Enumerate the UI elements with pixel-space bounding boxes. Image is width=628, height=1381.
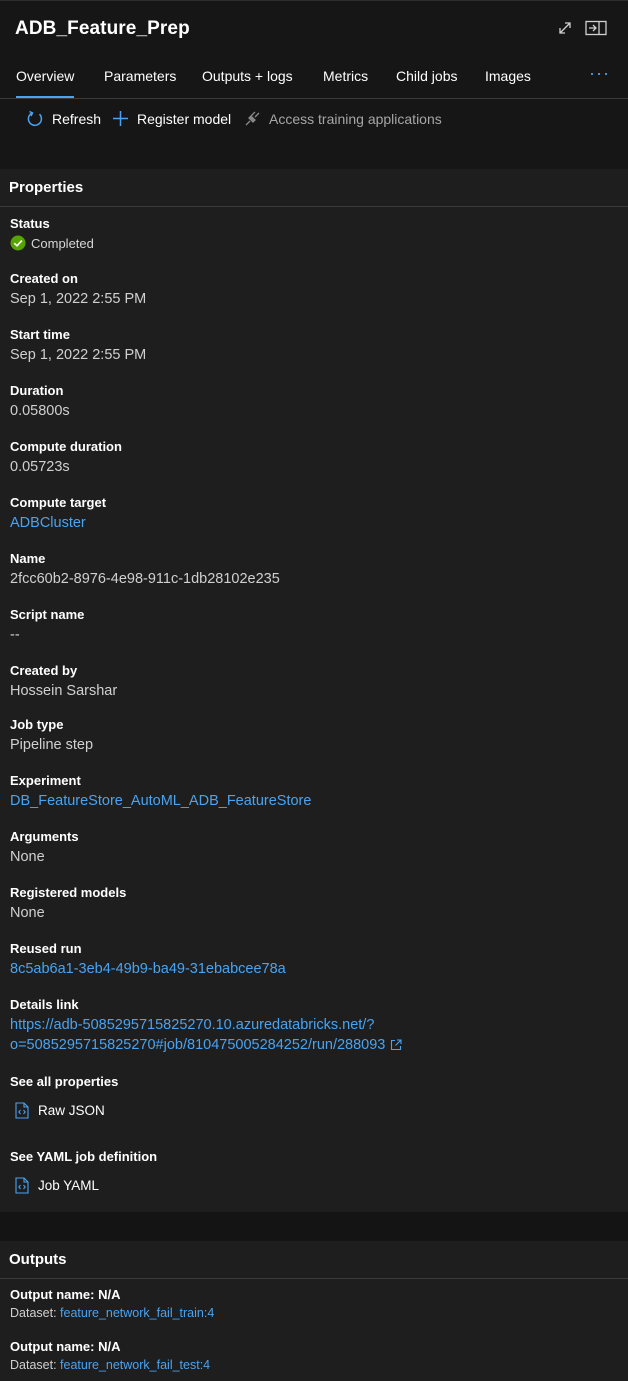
expand-icon[interactable]	[554, 17, 576, 39]
prop-script-name: Script name --	[10, 607, 84, 645]
output-dataset: Dataset: feature_network_fail_test:4	[10, 1358, 210, 1372]
output-item: Output name: N/A Dataset: feature_networ…	[10, 1339, 210, 1372]
status-label: Status	[10, 216, 50, 231]
prop-start-time: Start time Sep 1, 2022 2:55 PM	[10, 327, 146, 365]
raw-json-label: Raw JSON	[38, 1103, 105, 1118]
properties-panel: Properties Status Completed Created on S…	[0, 169, 628, 1212]
tab-child-jobs[interactable]: Child jobs	[396, 68, 457, 84]
arguments-label: Arguments	[10, 829, 79, 844]
details-link-label: Details link	[10, 997, 79, 1012]
details-link[interactable]: https://adb-5085295715825270.10.azuredat…	[10, 1015, 402, 1055]
start-time-label: Start time	[10, 327, 70, 342]
start-time-value: Sep 1, 2022 2:55 PM	[10, 347, 147, 363]
prop-yaml-definition: See YAML job definition Job YAML	[10, 1149, 157, 1194]
prop-created-on: Created on Sep 1, 2022 2:55 PM	[10, 271, 146, 309]
check-circle-icon	[10, 235, 26, 251]
yaml-definition-label: See YAML job definition	[10, 1149, 158, 1164]
dataset-prefix: Dataset:	[10, 1306, 61, 1320]
tab-metrics[interactable]: Metrics	[323, 68, 368, 84]
dataset-link[interactable]: feature_network_fail_test:4	[60, 1358, 210, 1372]
script-name-label: Script name	[10, 607, 85, 622]
details-link-line1: https://adb-5085295715825270.10.azuredat…	[10, 1017, 375, 1033]
reused-run-link[interactable]: 8c5ab6a1-3eb4-49b9-ba49-31ebabcee78a	[10, 959, 286, 979]
duration-value: 0.05800s	[10, 403, 70, 419]
access-training-label: Access training applications	[269, 110, 442, 127]
job-header: ADB_Feature_Prep Overview Parameters Out…	[0, 0, 628, 169]
tab-bar: Overview Parameters Outputs + logs Metri…	[0, 61, 628, 99]
refresh-button[interactable]: Refresh	[26, 110, 101, 128]
plus-icon	[113, 111, 128, 126]
compute-target-link[interactable]: ADBCluster	[10, 513, 106, 533]
tab-images[interactable]: Images	[485, 68, 531, 84]
status-value: Completed	[31, 235, 94, 251]
prop-compute-duration: Compute duration 0.05723s	[10, 439, 122, 477]
properties-title: Properties	[9, 179, 84, 196]
page-title: ADB_Feature_Prep	[15, 18, 190, 39]
prop-details-link: Details link https://adb-508529571582527…	[10, 997, 402, 1055]
access-training-applications-button[interactable]: Access training applications	[244, 110, 442, 127]
refresh-label: Refresh	[52, 111, 102, 127]
external-link-icon	[391, 1039, 402, 1051]
created-on-label: Created on	[10, 271, 78, 286]
register-model-button[interactable]: Register model	[112, 110, 231, 127]
created-on-value: Sep 1, 2022 2:55 PM	[10, 291, 147, 307]
reused-run-label: Reused run	[10, 941, 82, 956]
refresh-icon	[27, 110, 43, 126]
tab-outputs-logs[interactable]: Outputs + logs	[202, 68, 293, 84]
prop-arguments: Arguments None	[10, 829, 79, 867]
compute-target-label: Compute target	[10, 495, 107, 510]
dataset-prefix: Dataset:	[10, 1358, 61, 1372]
properties-header: Properties	[0, 169, 628, 207]
created-by-label: Created by	[10, 663, 78, 678]
prop-status: Status Completed	[10, 216, 94, 251]
prop-job-type: Job type Pipeline step	[10, 717, 93, 755]
prop-duration: Duration 0.05800s	[10, 383, 70, 421]
prop-reused-run: Reused run 8c5ab6a1-3eb4-49b9-ba49-31eba…	[10, 941, 286, 979]
job-type-value: Pipeline step	[10, 737, 94, 753]
experiment-link[interactable]: DB_FeatureStore_AutoML_ADB_FeatureStore	[10, 791, 311, 811]
dataset-link[interactable]: feature_network_fail_train:4	[60, 1306, 214, 1320]
code-file-icon	[15, 1102, 29, 1119]
arguments-value: None	[10, 849, 45, 865]
code-file-icon	[15, 1177, 29, 1194]
compute-duration-label: Compute duration	[10, 439, 122, 454]
output-dataset: Dataset: feature_network_fail_train:4	[10, 1306, 214, 1320]
prop-created-by: Created by Hossein Sarshar	[10, 663, 117, 701]
more-tabs-icon[interactable]: ···	[589, 63, 610, 84]
outputs-title: Outputs	[9, 1251, 67, 1268]
duration-label: Duration	[10, 383, 64, 398]
output-name-label: Output name: N/A	[10, 1287, 121, 1302]
raw-json-link[interactable]: Raw JSON	[15, 1102, 118, 1119]
close-panel-icon[interactable]	[585, 17, 607, 39]
compute-duration-value: 0.05723s	[10, 459, 70, 475]
details-link-line2: o=5085295715825270#job/810475005284252/r…	[10, 1037, 386, 1053]
job-yaml-link[interactable]: Job YAML	[15, 1177, 157, 1194]
name-label: Name	[10, 551, 46, 566]
plug-icon	[245, 111, 260, 126]
tab-overview[interactable]: Overview	[16, 68, 75, 98]
prop-registered-models: Registered models None	[10, 885, 126, 923]
created-by-value: Hossein Sarshar	[10, 683, 118, 699]
registered-models-value: None	[10, 905, 45, 921]
job-type-label: Job type	[10, 717, 64, 732]
experiment-label: Experiment	[10, 773, 81, 788]
name-value: 2fcc60b2-8976-4e98-911c-1db28102e235	[10, 571, 280, 587]
prop-compute-target: Compute target ADBCluster	[10, 495, 106, 533]
prop-experiment: Experiment DB_FeatureStore_AutoML_ADB_Fe…	[10, 773, 311, 811]
outputs-panel: Outputs Output name: N/A Dataset: featur…	[0, 1241, 628, 1381]
script-name-value: --	[10, 627, 20, 643]
status-badge: Completed	[10, 235, 94, 251]
prop-see-all-properties: See all properties Raw JSON	[10, 1074, 118, 1119]
tab-parameters[interactable]: Parameters	[104, 68, 176, 84]
job-yaml-label: Job YAML	[38, 1178, 100, 1193]
output-item: Output name: N/A Dataset: feature_networ…	[10, 1287, 214, 1320]
registered-models-label: Registered models	[10, 885, 127, 900]
output-name-label: Output name: N/A	[10, 1339, 121, 1354]
see-all-properties-label: See all properties	[10, 1074, 119, 1089]
toolbar: Refresh Register model Access training a…	[0, 105, 628, 137]
prop-name: Name 2fcc60b2-8976-4e98-911c-1db28102e23…	[10, 551, 280, 589]
outputs-header: Outputs	[0, 1241, 628, 1279]
register-model-label: Register model	[137, 110, 232, 127]
